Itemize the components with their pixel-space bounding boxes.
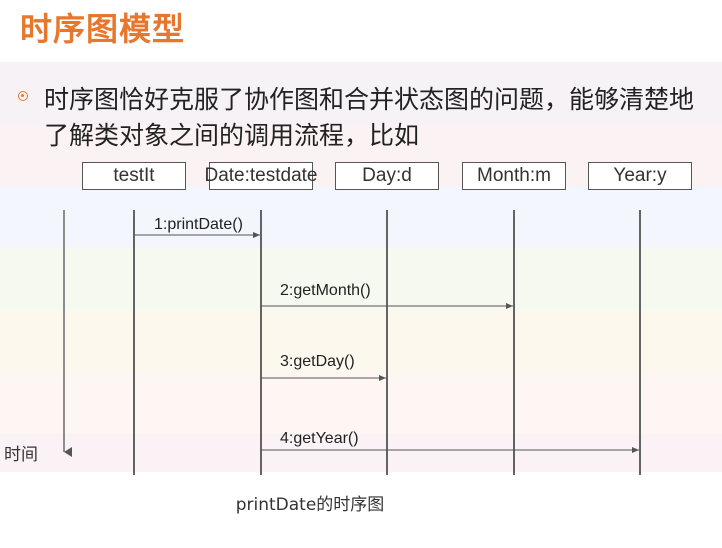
time-axis-label: 时间 (4, 445, 38, 465)
message-label-getday: 3:getDay() (280, 353, 355, 370)
message-label-printdate: 1:printDate() (154, 216, 243, 233)
message-label-getyear: 4:getYear() (280, 430, 359, 447)
sequence-diagram (63, 210, 641, 475)
message-label-getmonth: 2:getMonth() (280, 282, 371, 299)
diagram-caption: printDate的时序图 (235, 495, 385, 515)
